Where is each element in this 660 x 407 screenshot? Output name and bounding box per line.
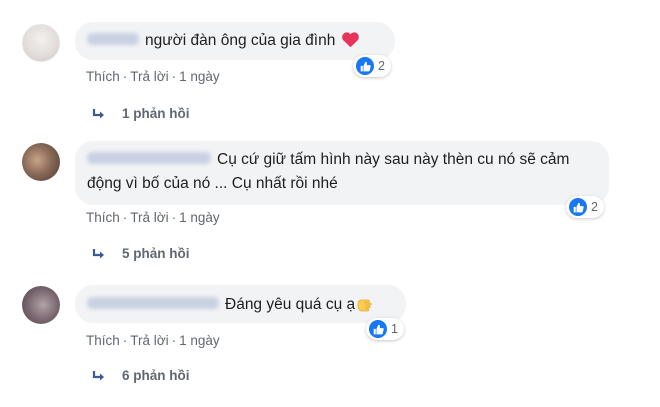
reaction-count-text: 1 — [391, 322, 398, 336]
author-name-blurred[interactable] — [87, 152, 211, 165]
reply-link[interactable]: Trả lời — [130, 69, 168, 84]
author-name-blurred[interactable] — [87, 33, 139, 46]
view-replies-link[interactable]: 1 phản hồi — [92, 106, 190, 121]
comment-bubble: người đàn ông của gia đình — [75, 22, 395, 60]
comment-bubble: Đáng yêu quá cụ ạ — [75, 285, 406, 323]
comment-text-line1: Cụ cứ giữ tấm hình này sau này thèn cu n… — [217, 151, 570, 168]
reaction-count[interactable]: 2 — [353, 55, 391, 77]
replies-count: 6 phản hồi — [122, 368, 190, 383]
like-icon — [369, 320, 387, 338]
avatar[interactable] — [22, 24, 60, 62]
like-link[interactable]: Thích — [86, 69, 120, 84]
timestamp[interactable]: 1 ngày — [179, 69, 220, 84]
author-name-blurred[interactable] — [87, 297, 219, 310]
replies-count: 1 phản hồi — [122, 106, 190, 121]
timestamp[interactable]: 1 ngày — [179, 210, 220, 225]
reply-arrow-icon — [92, 108, 104, 118]
reply-link[interactable]: Trả lời — [130, 210, 168, 225]
comment-text: người đàn ông của gia đình — [145, 32, 336, 49]
comment-actions: Thích · Trả lời · 1 ngày — [86, 333, 220, 348]
comment-bubble: Cụ cứ giữ tấm hình này sau này thèn cu n… — [75, 141, 609, 205]
pointing-hand-icon — [355, 293, 375, 319]
comment-actions: Thích · Trả lời · 1 ngày — [86, 210, 220, 225]
comment-line-2: động vì bố của nó ... Cụ nhất rồi nhé — [87, 175, 338, 192]
reaction-count-text: 2 — [591, 200, 598, 214]
reaction-count-text: 2 — [378, 59, 385, 73]
red-heart-icon — [341, 31, 360, 54]
reply-arrow-icon — [92, 248, 104, 258]
like-link[interactable]: Thích — [86, 333, 120, 348]
like-link[interactable]: Thích — [86, 210, 120, 225]
like-icon — [569, 198, 587, 216]
reply-link[interactable]: Trả lời — [130, 333, 168, 348]
replies-count: 5 phản hồi — [122, 246, 190, 261]
like-icon — [356, 57, 374, 75]
avatar[interactable] — [22, 143, 60, 181]
reaction-count[interactable]: 1 — [366, 318, 404, 340]
avatar[interactable] — [22, 286, 60, 324]
view-replies-link[interactable]: 6 phản hồi — [92, 368, 190, 383]
view-replies-link[interactable]: 5 phản hồi — [92, 246, 190, 261]
comment-line-1: Cụ cứ giữ tấm hình này sau này thèn cu n… — [87, 149, 597, 170]
comment-text: Đáng yêu quá cụ ạ — [225, 296, 356, 313]
reaction-count[interactable]: 2 — [566, 196, 604, 218]
reply-arrow-icon — [92, 370, 104, 380]
comment-actions: Thích · Trả lời · 1 ngày — [86, 69, 220, 84]
timestamp[interactable]: 1 ngày — [179, 333, 220, 348]
